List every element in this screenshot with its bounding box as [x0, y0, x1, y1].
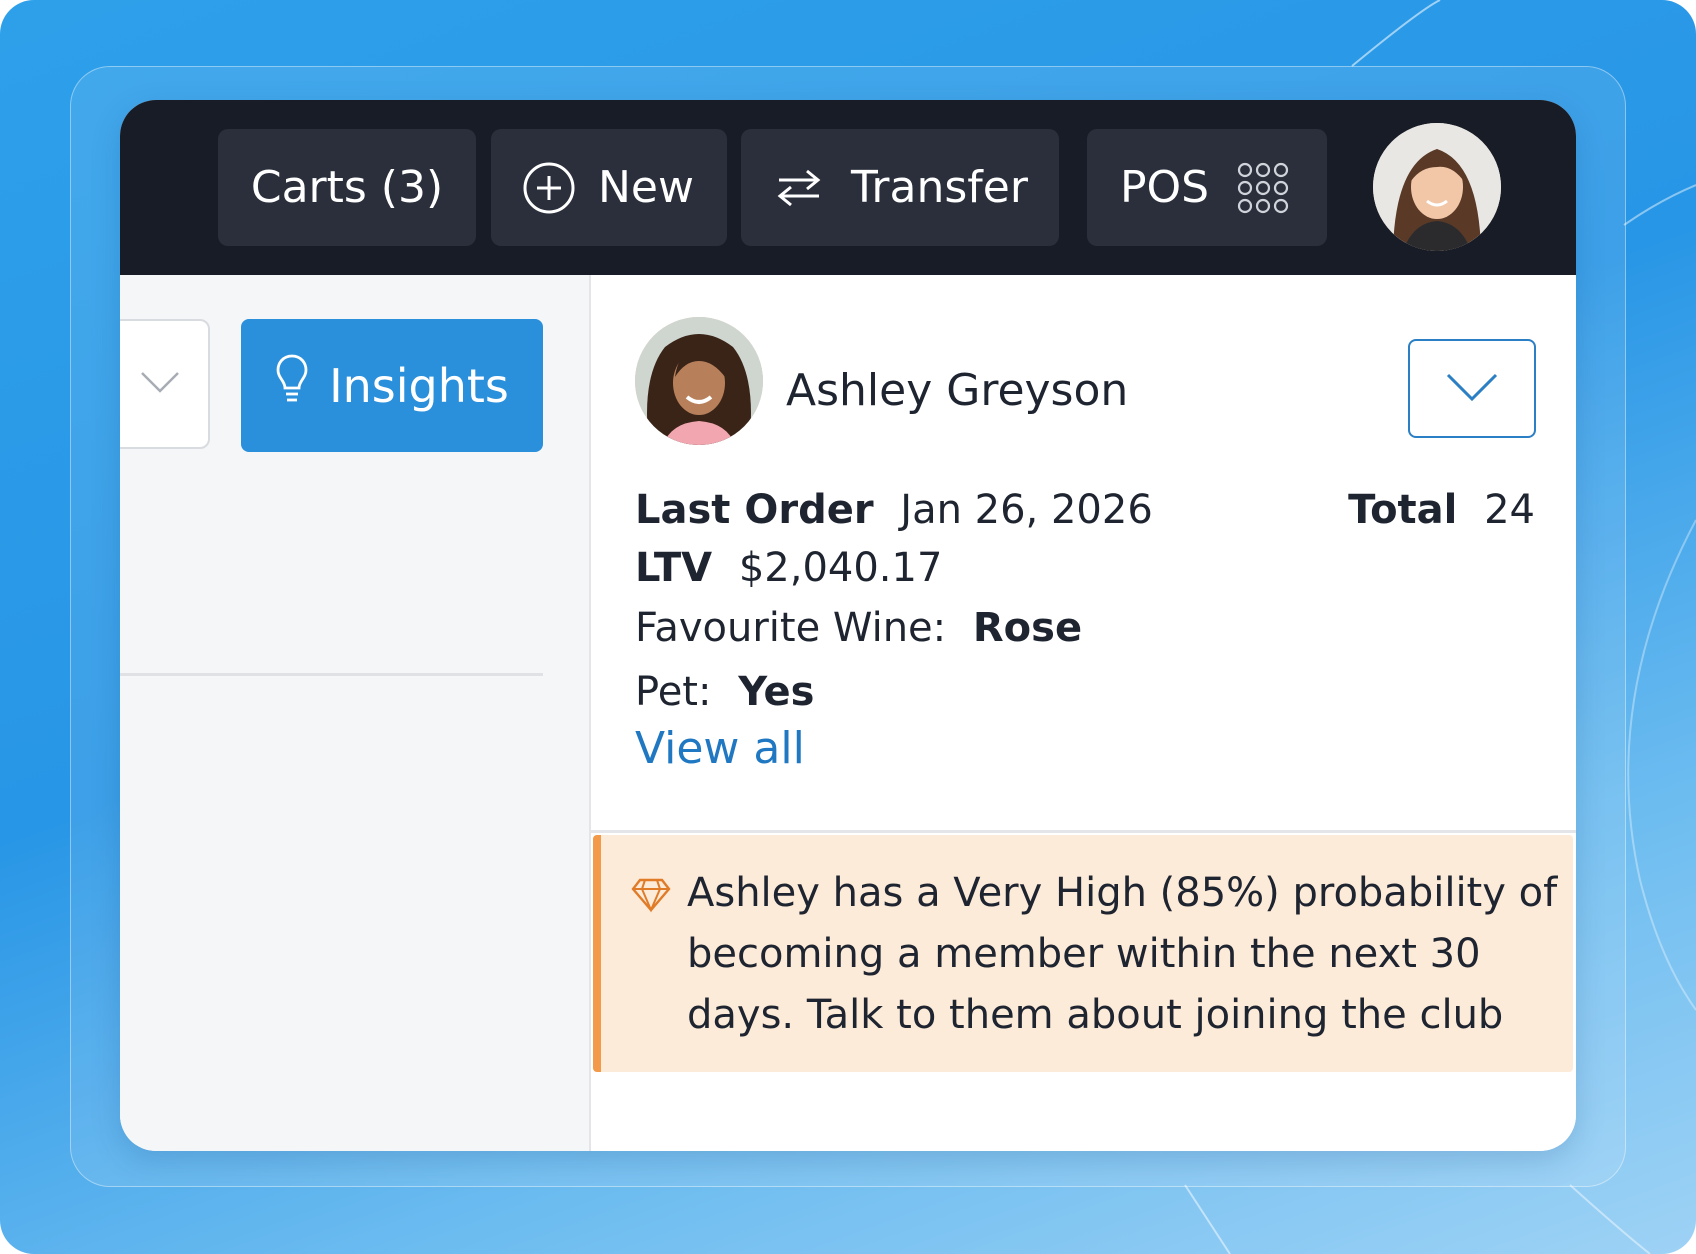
last-order-value: Jan 26, 2026 [900, 487, 1153, 533]
filter-dropdown[interactable] [120, 319, 210, 449]
insights-button[interactable]: Insights [241, 319, 543, 452]
customer-expand-button[interactable] [1408, 339, 1536, 438]
ltv-label: LTV [635, 545, 713, 591]
pet-row: Pet: Yes [635, 669, 814, 715]
view-all-link[interactable]: View all [635, 723, 805, 774]
alert-text: Ashley has a Very High (85%) probability… [687, 870, 1558, 1038]
swap-arrows-icon [775, 168, 823, 208]
new-label: New [598, 162, 694, 213]
carts-button[interactable]: Carts (3) [218, 129, 476, 246]
insights-label: Insights [329, 358, 509, 413]
pos-label: POS [1120, 162, 1210, 213]
favourite-wine-label: Favourite Wine: [635, 605, 947, 651]
total-value: 24 [1484, 487, 1535, 533]
ltv-value: $2,040.17 [738, 545, 943, 591]
transfer-button[interactable]: Transfer [741, 129, 1059, 246]
total-orders: Total 24 [1348, 487, 1535, 533]
left-panel: Insights [120, 275, 591, 1151]
pet-label: Pet: [635, 669, 712, 715]
plus-circle-icon [522, 161, 576, 215]
section-divider [591, 830, 1576, 833]
favourite-wine-value: Rose [972, 605, 1083, 651]
background-stage: Carts (3) New Transfer POS Insights Ashl… [0, 0, 1696, 1254]
last-order-row: Last Order Jan 26, 2026 [635, 487, 1153, 533]
new-button[interactable]: New [491, 129, 727, 246]
favourite-wine-row: Favourite Wine: Rose [635, 605, 1082, 651]
ltv-row: LTV $2,040.17 [635, 545, 942, 591]
pet-value: Yes [738, 669, 815, 715]
last-order-label: Last Order [635, 487, 874, 533]
customer-name: Ashley Greyson [786, 365, 1129, 416]
membership-insight-alert: Ashley has a Very High (85%) probability… [593, 835, 1573, 1072]
left-divider [120, 673, 543, 676]
diamond-icon [631, 877, 671, 917]
carts-label: Carts (3) [250, 162, 444, 213]
lightbulb-icon [275, 353, 309, 418]
pos-button[interactable]: POS [1087, 129, 1327, 246]
app-window: Carts (3) New Transfer POS Insights Ashl… [120, 100, 1576, 1151]
top-navbar: Carts (3) New Transfer POS [120, 100, 1576, 275]
transfer-label: Transfer [851, 162, 1028, 213]
chevron-down-icon [1445, 372, 1499, 406]
grid-dots-icon [1237, 162, 1289, 214]
total-label: Total [1348, 487, 1458, 533]
user-avatar[interactable] [1373, 123, 1501, 251]
chevron-down-icon [140, 370, 180, 398]
customer-panel: Ashley Greyson Last Order Jan 26, 2026 T… [591, 275, 1576, 1151]
customer-avatar [635, 317, 763, 445]
